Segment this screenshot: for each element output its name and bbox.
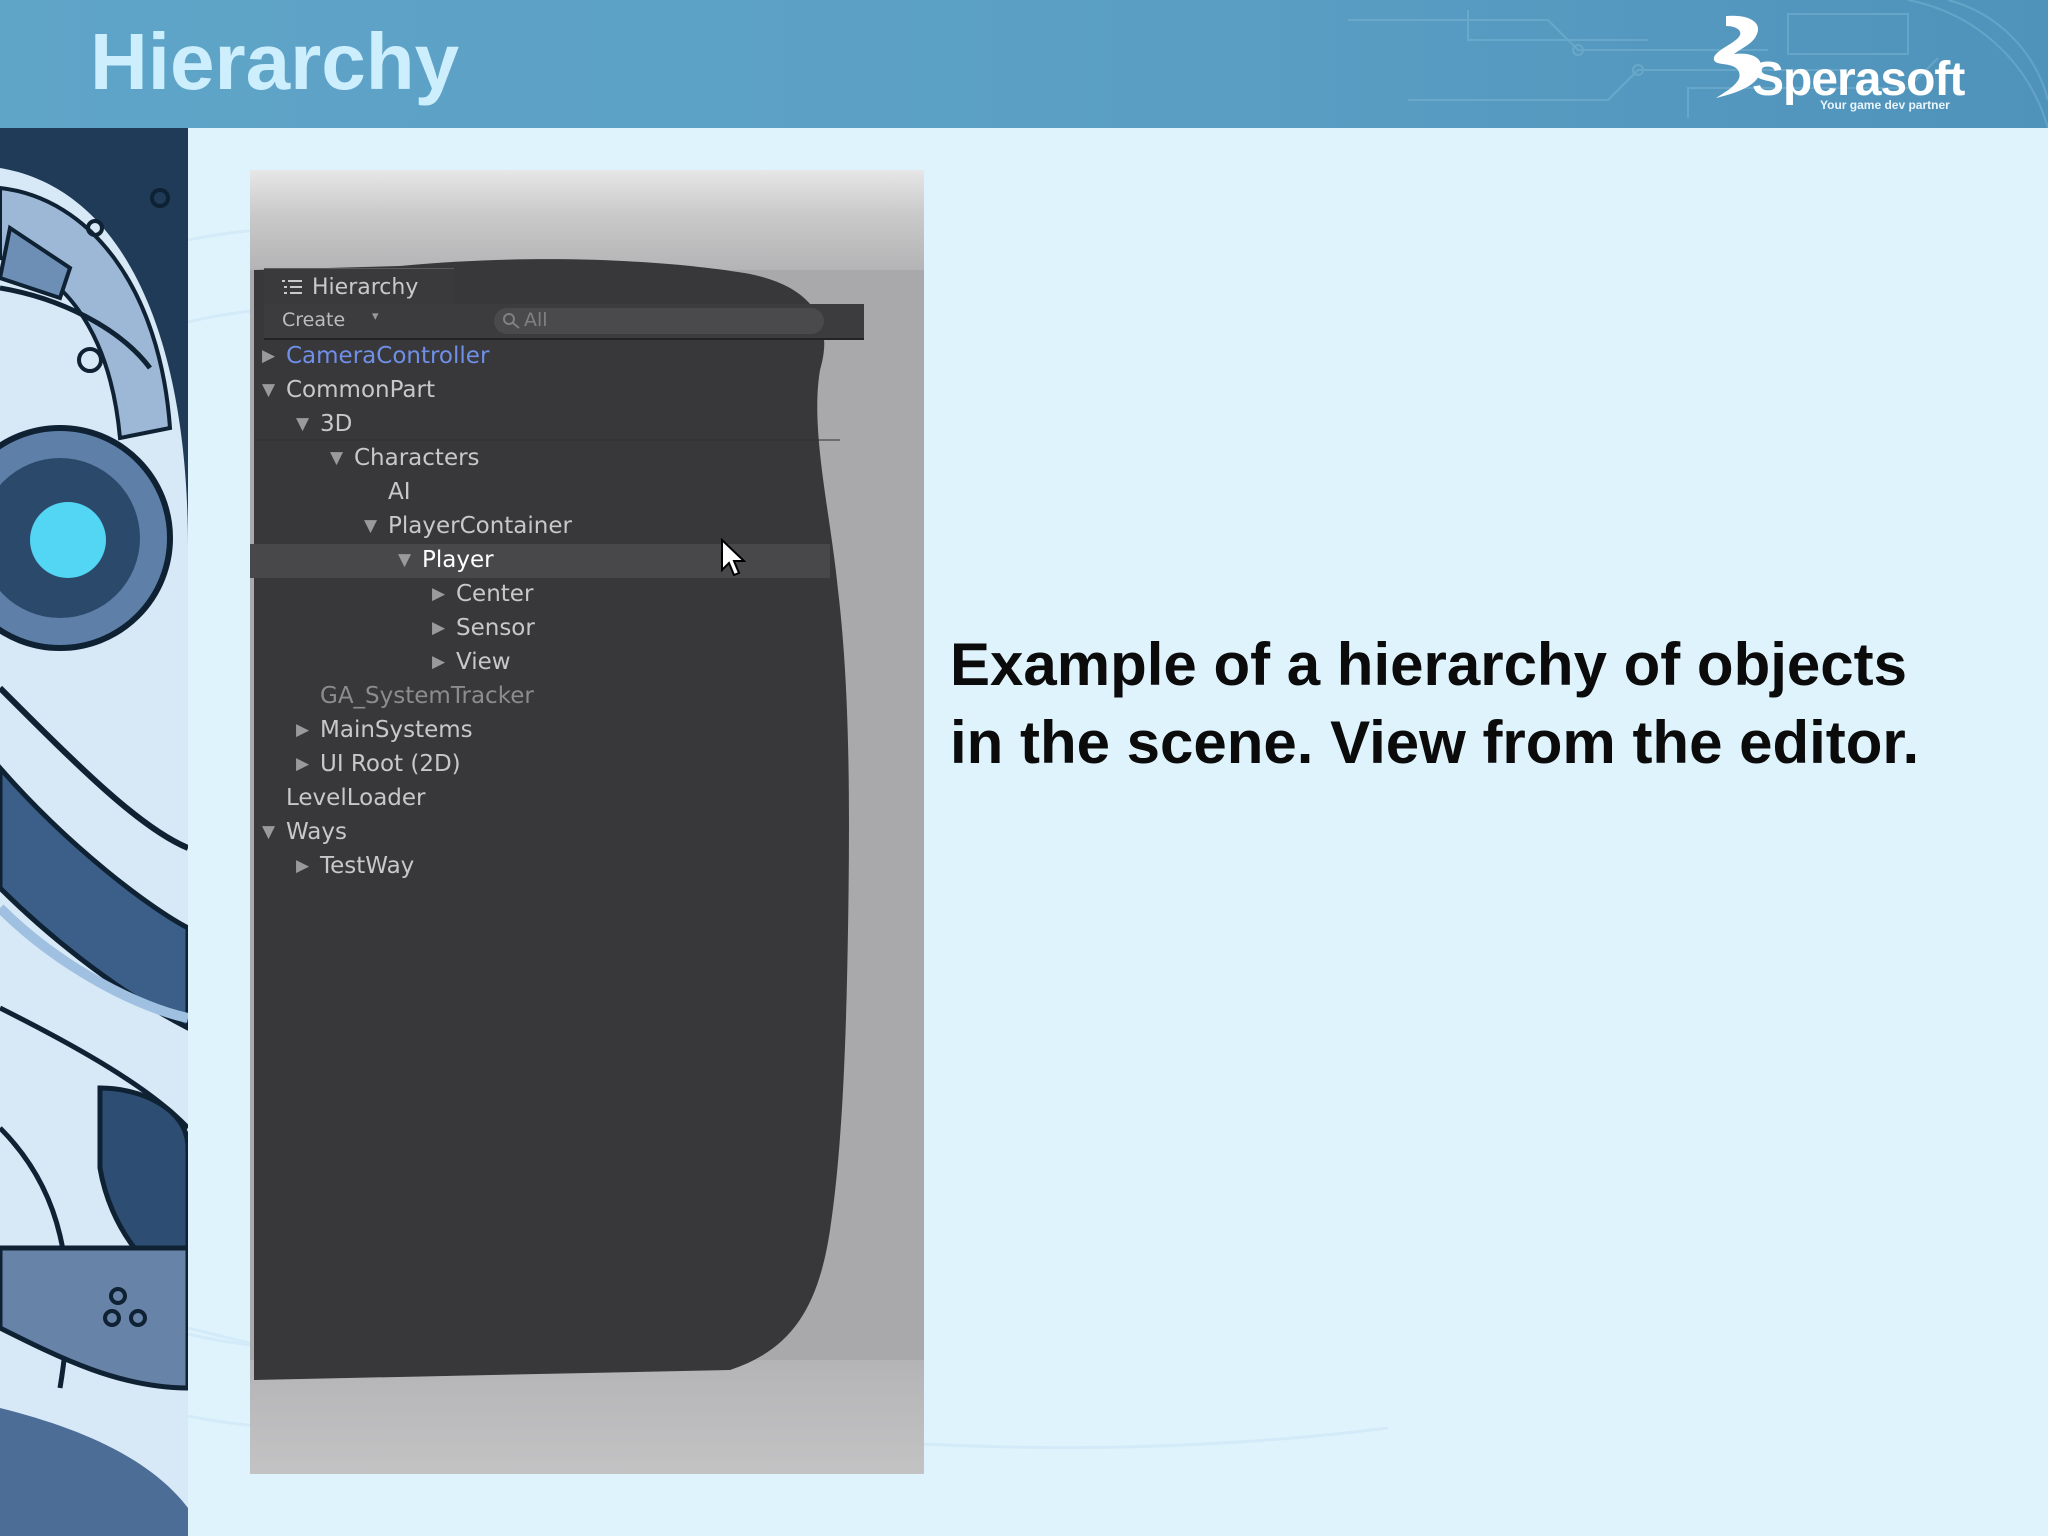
- tree-row[interactable]: ▶ UI Root (2D): [250, 748, 830, 782]
- collapse-right-arrow-icon[interactable]: ▶: [296, 854, 316, 878]
- tree-row[interactable]: ▶ CameraController: [250, 340, 830, 374]
- expand-down-arrow-icon[interactable]: ▼: [364, 514, 384, 538]
- editor-screenshot: Hierarchy Create ▾ All ▶ CameraController…: [250, 170, 924, 1474]
- expand-down-arrow-icon[interactable]: ▼: [296, 412, 316, 436]
- tree-row[interactable]: ▶ MainSystems: [250, 714, 830, 748]
- slide-title: Hierarchy: [90, 17, 460, 106]
- collapse-right-arrow-icon[interactable]: ▶: [296, 752, 316, 776]
- tab-hierarchy[interactable]: Hierarchy: [264, 268, 454, 305]
- tree-row[interactable]: ▶ TestWay: [250, 850, 830, 884]
- expand-down-arrow-icon[interactable]: ▼: [330, 446, 350, 470]
- tree-row[interactable]: ▼ Characters: [250, 442, 830, 476]
- collapse-right-arrow-icon[interactable]: ▶: [432, 582, 452, 606]
- expand-down-arrow-icon[interactable]: ▼: [262, 820, 282, 844]
- tree-row-label: Sensor: [456, 615, 535, 641]
- logo-tagline: Your game dev partner: [1820, 98, 1950, 112]
- hierarchy-search-input[interactable]: All: [494, 308, 824, 334]
- tree-row-label: 3D: [320, 411, 353, 437]
- robot-illustration: [0, 128, 188, 1536]
- tree-row[interactable]: ▶ Center: [250, 578, 830, 612]
- tree-row[interactable]: ▶ View: [250, 646, 830, 680]
- tree-row[interactable]: GA_SystemTracker: [250, 680, 830, 714]
- slide-header: Hierarchy Sperasoft Your game dev partne…: [0, 0, 2048, 128]
- tab-hierarchy-label: Hierarchy: [312, 275, 419, 300]
- tree-row-label: GA_SystemTracker: [320, 683, 534, 709]
- tree-row-label: CameraController: [286, 343, 490, 369]
- tree-row-label: Ways: [286, 819, 347, 845]
- search-icon: [503, 313, 520, 329]
- tree-row-label: UI Root (2D): [320, 751, 461, 777]
- search-filter-text: All: [524, 309, 548, 331]
- caption-line-2: in the scene. View from the editor.: [950, 709, 1920, 776]
- collapse-right-arrow-icon[interactable]: ▶: [432, 650, 452, 674]
- caption-line-1: Example of a hierarchy of objects: [950, 631, 1907, 698]
- sperasoft-logo: Sperasoft Your game dev partner: [1708, 14, 1988, 114]
- collapse-right-arrow-icon[interactable]: ▶: [262, 344, 282, 368]
- hierarchy-toolbar: Create ▾ All: [264, 304, 864, 340]
- tree-row-label: TestWay: [320, 853, 415, 879]
- collapse-right-arrow-icon[interactable]: ▶: [296, 718, 316, 742]
- tree-row[interactable]: ▶ Sensor: [250, 612, 830, 646]
- slide-caption: Example of a hierarchy of objects in the…: [950, 626, 2030, 782]
- tree-row[interactable]: LevelLoader: [250, 782, 830, 816]
- tree-row-label: PlayerContainer: [388, 513, 572, 539]
- expand-down-arrow-icon[interactable]: ▼: [398, 548, 418, 572]
- tree-row[interactable]: ▼ CommonPart: [250, 374, 830, 408]
- tree-row-label: MainSystems: [320, 717, 473, 743]
- tree-row-label: AI: [388, 479, 411, 505]
- mouse-cursor-icon: [721, 538, 746, 577]
- tree-row[interactable]: AI: [250, 476, 830, 510]
- tree-row-label: Center: [456, 581, 534, 607]
- expand-down-arrow-icon[interactable]: ▼: [262, 378, 282, 402]
- list-icon: [282, 280, 302, 294]
- tree-row-label: Player: [422, 547, 494, 573]
- tree-row-label: LevelLoader: [286, 785, 426, 811]
- tree-row-label: CommonPart: [286, 377, 435, 403]
- tree-row[interactable]: ▼ Ways: [250, 816, 830, 850]
- tree-row-label: Characters: [354, 445, 480, 471]
- tree-row-label: View: [456, 649, 511, 675]
- tree-row[interactable]: ▼ 3D: [250, 408, 830, 442]
- collapse-right-arrow-icon[interactable]: ▶: [432, 616, 452, 640]
- create-dropdown-arrow-icon[interactable]: ▾: [372, 309, 379, 324]
- create-button[interactable]: Create: [282, 309, 345, 331]
